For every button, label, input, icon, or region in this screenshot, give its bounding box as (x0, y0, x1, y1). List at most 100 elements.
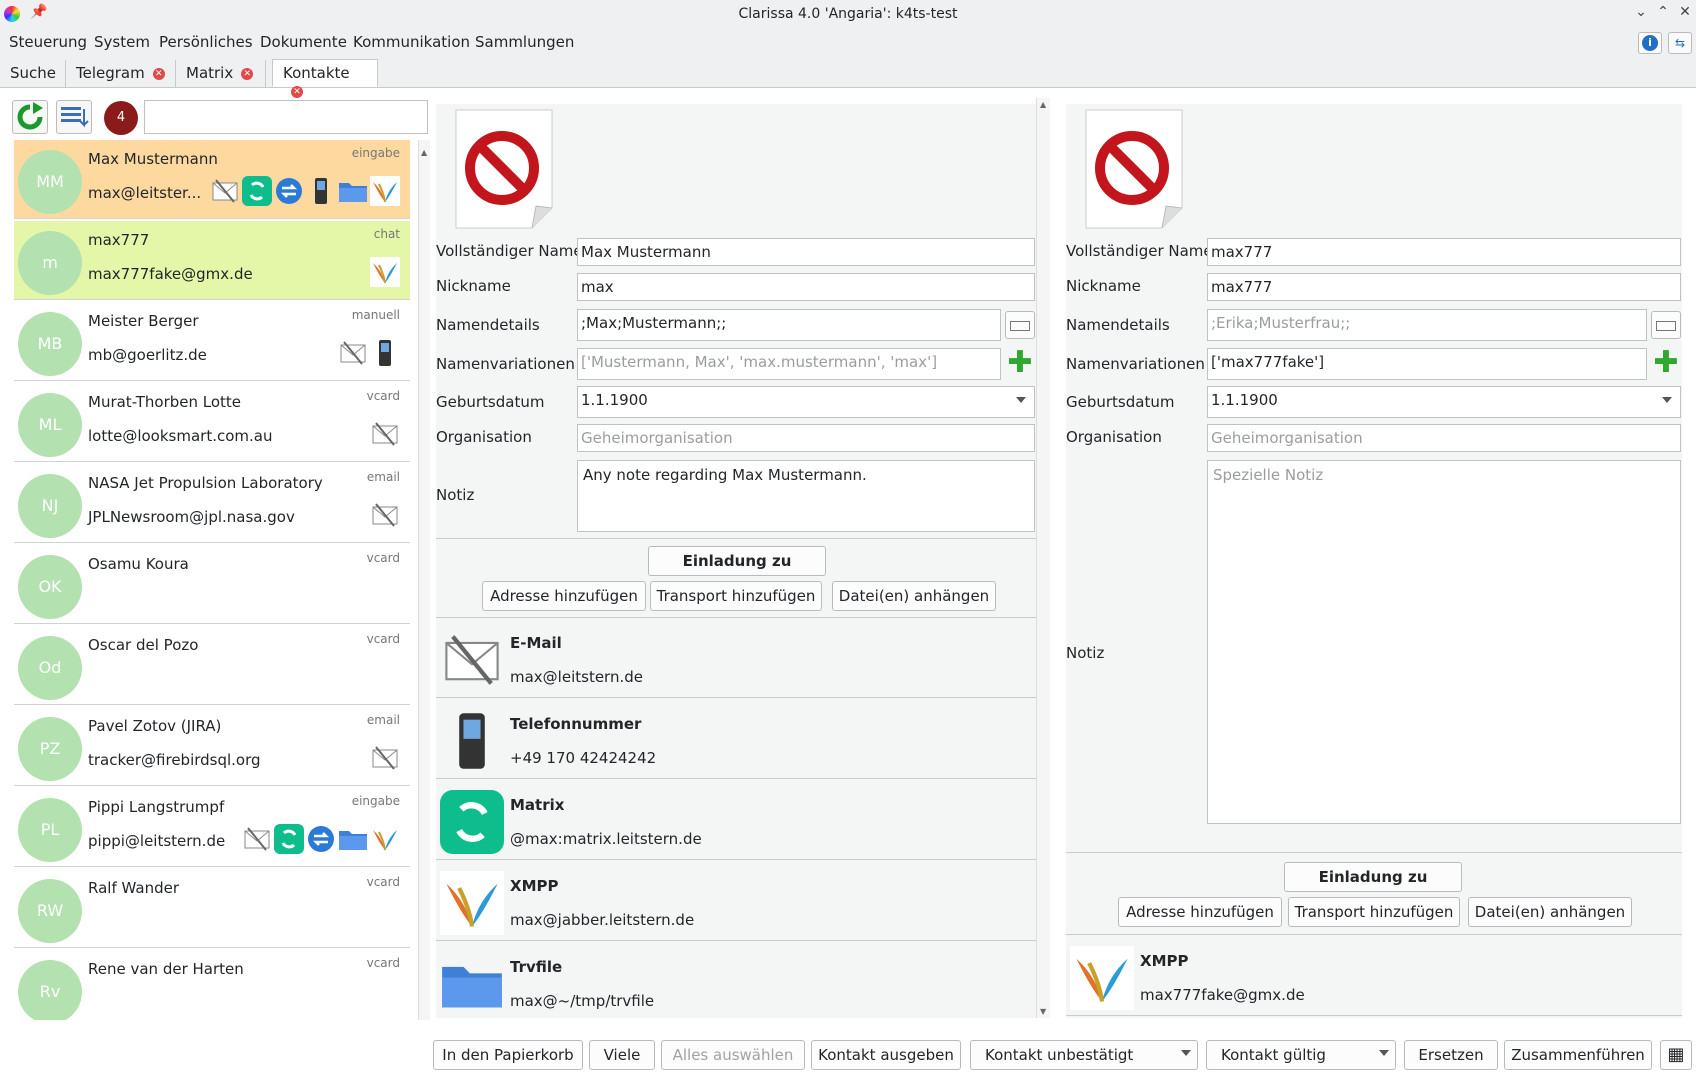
unconfirmed-combo[interactable]: Kontakt unbestätigt (970, 1040, 1198, 1070)
fullname-input[interactable]: Max Mustermann (577, 238, 1035, 266)
chevron-down-icon[interactable] (1016, 397, 1026, 403)
nickname-input[interactable]: max (577, 273, 1035, 301)
contact-transports (370, 257, 400, 291)
menu-persoenliches[interactable]: Persönliches (159, 33, 253, 51)
splitter-handle[interactable] (430, 98, 434, 1018)
contact-row[interactable]: m max777 max777fake@gmx.de chat (14, 221, 410, 300)
contact-row[interactable]: RW Ralf Wander vcard (14, 869, 410, 948)
invite-button[interactable]: Einladung zu Clarissa (648, 546, 826, 598)
phone-icon (379, 340, 391, 366)
organisation-input[interactable]: Geheimorganisation (1207, 424, 1681, 452)
note-textarea[interactable]: Any note regarding Max Mustermann. (577, 460, 1035, 532)
qr-code-icon[interactable]: ▦ (1660, 1040, 1692, 1070)
tab-suche[interactable]: Suche (0, 60, 66, 88)
address-entry[interactable]: E-Mail max@leitstern.de (436, 618, 1036, 698)
contact-name: Rene van der Harten (88, 960, 244, 978)
contact-list-scrollbar[interactable]: ▲ (418, 140, 430, 1075)
minimize-icon[interactable]: ⌄ (1630, 4, 1652, 26)
avatar: ML (18, 393, 82, 457)
layout-icon[interactable]: ⇆ (1668, 32, 1692, 54)
export-contact-button[interactable]: Kontakt ausgeben (811, 1040, 961, 1070)
address-entry[interactable]: Trvfile max@~/tmp/trvfile (436, 942, 1036, 1022)
chevron-down-icon (1379, 1050, 1389, 1056)
merge-button[interactable]: Zusammenführen (1504, 1040, 1652, 1070)
contact-row[interactable]: PL Pippi Langstrumpf pippi@leitstern.de ein… (14, 788, 410, 867)
contact-name: Max Mustermann (88, 150, 218, 168)
close-tab-icon[interactable]: ✕ (241, 67, 254, 80)
no-photo-icon[interactable] (452, 108, 556, 232)
close-tab-icon[interactable]: ✕ (291, 85, 303, 98)
address-entry[interactable]: Matrix @max:matrix.leitstern.de (436, 780, 1036, 860)
tab-matrix[interactable]: Matrix ✕ (176, 60, 266, 88)
xmpp-icon (370, 176, 400, 206)
contact-name: Osamu Koura (88, 555, 189, 573)
contact-row[interactable]: MM Max Mustermann max@leitster... eingabe (14, 140, 410, 219)
label-organisation: Organisation (1066, 428, 1162, 446)
namedetails-edit-button[interactable] (1005, 311, 1035, 339)
valid-combo[interactable]: Kontakt gültig (1206, 1040, 1396, 1070)
refresh-button[interactable] (12, 100, 48, 134)
fullname-input[interactable]: max777 (1207, 238, 1681, 266)
close-tab-icon[interactable]: ✕ (152, 67, 165, 80)
contact-row[interactable]: ML Murat-Thorben Lotte lotte@looksmart.com… (14, 383, 410, 462)
replace-button[interactable]: Ersetzen (1404, 1040, 1498, 1070)
add-variation-icon[interactable]: ✚ (1652, 348, 1680, 378)
email-icon (212, 179, 238, 203)
add-variation-icon[interactable]: ✚ (1006, 348, 1034, 378)
menu-system[interactable]: System (94, 33, 150, 51)
menu-kommunikation[interactable]: Kommunikation (353, 33, 470, 51)
contact-name: Murat-Thorben Lotte (88, 393, 242, 411)
detail-scrollbar[interactable]: ▲ ▼ (1036, 98, 1050, 1018)
namedetails-input[interactable]: ;Max;Mustermann;; (577, 309, 1001, 341)
chevron-down-icon[interactable] (1662, 397, 1672, 403)
add-address-button[interactable]: Adresse hinzufügen (1118, 897, 1282, 927)
no-photo-icon[interactable] (1082, 108, 1186, 232)
nickname-input[interactable]: max777 (1207, 273, 1681, 301)
many-button[interactable]: Viele (589, 1040, 655, 1070)
contact-source: email (366, 470, 400, 484)
label-namedetails: Namendetails (436, 316, 540, 334)
tab-kontakte[interactable]: Kontakte✕ (272, 59, 378, 98)
address-entry[interactable]: Telefonnummer +49 170 42424242 (436, 699, 1036, 779)
add-transport-button[interactable]: Transport hinzufügen (650, 581, 822, 611)
contact-row[interactable]: MB Meister Berger mb@goerlitz.de manuell (14, 302, 410, 381)
namevariations-input[interactable]: ['max777fake'] (1207, 348, 1647, 380)
add-address-button[interactable]: Adresse hinzufügen (482, 581, 646, 611)
select-all-button[interactable]: Alles auswählen (661, 1040, 805, 1070)
birthday-combo[interactable]: 1.1.1900 (1207, 386, 1681, 418)
menu-dokumente[interactable]: Dokumente (260, 33, 347, 51)
menu-steuerung[interactable]: Steuerung (9, 33, 87, 51)
organisation-input[interactable]: Geheimorganisation (577, 424, 1035, 452)
note-textarea[interactable]: Spezielle Notiz (1207, 460, 1681, 824)
sort-icon (61, 107, 89, 128)
invite-button[interactable]: Einladung zu Clarissa (1284, 862, 1462, 914)
tab-telegram[interactable]: Telegram ✕ (66, 60, 176, 88)
contact-filter-input[interactable] (144, 100, 428, 134)
contact-row[interactable]: PZ Pavel Zotov (JIRA) tracker@firebirdsql.… (14, 707, 410, 786)
attach-files-button[interactable]: Datei(en) anhängen (832, 581, 996, 611)
info-icon[interactable]: i (1638, 32, 1662, 54)
contact-row[interactable]: NJ NASA Jet Propulsion Laboratory JPLNewsr… (14, 464, 410, 543)
attach-files-button[interactable]: Datei(en) anhängen (1468, 897, 1632, 927)
label-note: Notiz (436, 486, 475, 504)
address-entry[interactable]: XMPP max@jabber.leitstern.de (436, 861, 1036, 941)
maximize-icon[interactable]: ⌃ (1652, 4, 1674, 26)
add-transport-button[interactable]: Transport hinzufügen (1288, 897, 1460, 927)
birthday-combo[interactable]: 1.1.1900 (577, 386, 1035, 418)
menu-sammlungen[interactable]: Sammlungen (475, 33, 574, 51)
label-nickname: Nickname (1066, 277, 1141, 295)
contact-email: lotte@looksmart.com.au (88, 427, 273, 445)
namevariations-input[interactable]: ['Mustermann, Max', 'max.mustermann', 'm… (577, 348, 1001, 380)
namedetails-edit-button[interactable] (1651, 311, 1681, 339)
contact-row[interactable]: OK Osamu Koura vcard (14, 545, 410, 624)
contact-row[interactable]: Od Oscar del Pozo vcard (14, 626, 410, 705)
sort-button[interactable] (56, 100, 92, 134)
address-entry[interactable]: XMPP max777fake@gmx.de (1066, 936, 1682, 1016)
contact-list[interactable]: MM Max Mustermann max@leitster... eingabe m m… (14, 140, 410, 1070)
close-icon[interactable]: ✕ (1674, 4, 1696, 26)
trash-button[interactable]: In den Papierkorb (433, 1040, 583, 1070)
contact-row[interactable]: Rv Rene van der Harten vcard (14, 950, 410, 1029)
namedetails-input[interactable]: ;Erika;Musterfrau;; (1207, 309, 1647, 341)
edit-field-icon (1010, 321, 1030, 331)
count-badge[interactable]: 4 (104, 101, 138, 135)
